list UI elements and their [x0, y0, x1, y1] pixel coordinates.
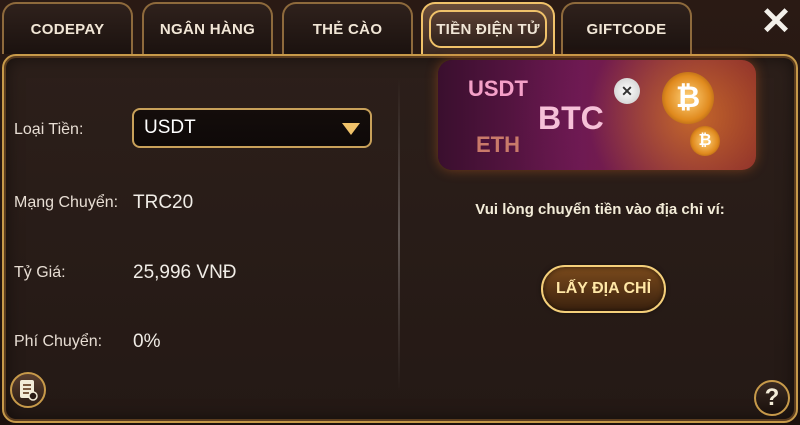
question-mark-icon: ? [764, 384, 780, 411]
address-instruction: Vui lòng chuyển tiền vào địa chỉ ví: [475, 201, 725, 218]
currency-label: Loại Tiền: [14, 121, 84, 138]
bitcoin-coin-icon: ₿ [662, 72, 714, 124]
network-value: TRC20 [133, 192, 194, 213]
tab-codepay-label: CODEPAY [30, 20, 105, 38]
tab-giftcode[interactable]: GIFTCODE [561, 2, 692, 54]
tab-crypto-label: TIỀN ĐIỆN TỬ [436, 20, 540, 38]
tab-giftcode-label: GIFTCODE [586, 20, 667, 38]
vertical-divider [398, 78, 400, 392]
ripple-coin-icon: ✕ [614, 78, 640, 104]
crypto-banner-image: USDT BTC ETH ₿ ✕ ₿ [438, 60, 756, 170]
tab-card[interactable]: THẺ CÀO [282, 2, 413, 54]
deposit-dialog: CODEPAY NGÂN HÀNG THẺ CÀO TIỀN ĐIỆN TỬ G… [0, 0, 800, 425]
tab-crypto-active-frame: TIỀN ĐIỆN TỬ [429, 10, 547, 48]
fee-value: 0% [133, 331, 161, 352]
tab-card-label: THẺ CÀO [312, 20, 383, 38]
banner-text-btc: BTC [538, 100, 604, 136]
rate-label: Tỷ Giá: [14, 264, 66, 281]
help-button[interactable]: ? [754, 380, 790, 416]
currency-select-value: USDT [144, 117, 196, 138]
coin-icon: ₿ [690, 126, 720, 156]
banner-text-usdt: USDT [468, 76, 528, 101]
tab-bank-label: NGÂN HÀNG [159, 20, 256, 38]
tab-bank[interactable]: NGÂN HÀNG [142, 2, 273, 54]
chevron-down-icon [342, 123, 360, 135]
tab-codepay[interactable]: CODEPAY [2, 2, 133, 54]
network-label: Mạng Chuyển: [14, 194, 119, 211]
rate-value: 25,996 VNĐ [133, 262, 237, 283]
fee-label: Phí Chuyển: [14, 333, 103, 350]
get-address-button[interactable]: LẤY ĐỊA CHỈ [541, 265, 666, 313]
banner-text-eth: ETH [476, 132, 520, 157]
close-icon[interactable]: ✕ [752, 0, 800, 44]
document-history-icon [20, 380, 38, 401]
currency-select[interactable]: USDT [132, 108, 372, 148]
history-button[interactable] [10, 372, 46, 408]
tab-crypto[interactable]: TIỀN ĐIỆN TỬ [421, 2, 555, 54]
get-address-button-label: LẤY ĐỊA CHỈ [555, 280, 652, 297]
